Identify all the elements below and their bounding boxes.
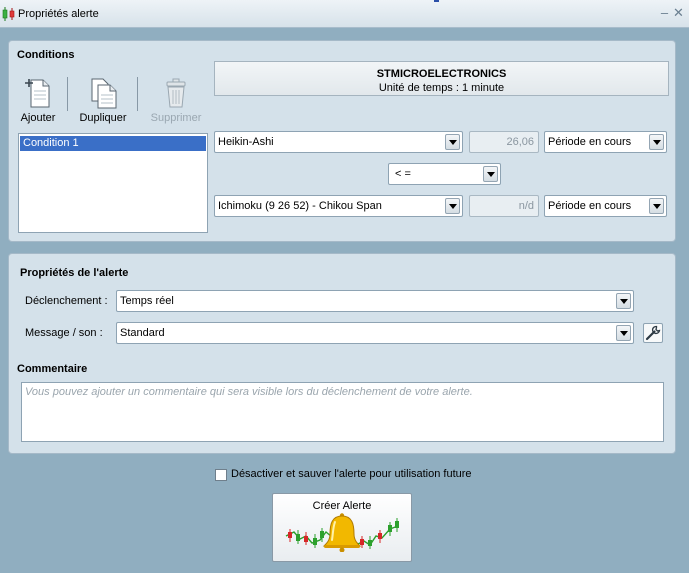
chevron-down-icon[interactable] xyxy=(445,198,460,214)
alert-properties-title: Propriétés de l'alerte xyxy=(20,267,129,279)
alert-bell-icon xyxy=(285,513,399,552)
minimize-icon[interactable]: – xyxy=(658,6,671,20)
add-button-label: Ajouter xyxy=(20,112,56,124)
settings-button[interactable] xyxy=(643,323,663,343)
delete-button-label: Supprimer xyxy=(150,112,202,124)
chevron-down-icon[interactable] xyxy=(483,166,498,182)
operator-select-value: < = xyxy=(395,168,411,180)
add-document-icon xyxy=(25,79,50,108)
indicator-select-1-value: Heikin-Ashi xyxy=(218,136,274,148)
conditions-panel: Conditions Ajouter Dupliquer Supprimer C… xyxy=(8,40,676,242)
operator-select[interactable]: < = xyxy=(388,163,501,185)
disable-label: Désactiver et sauver l'alerte pour utili… xyxy=(231,468,472,480)
create-alert-button[interactable]: Créer Alerte xyxy=(272,493,412,562)
duplicate-button[interactable]: Dupliquer xyxy=(75,77,131,124)
list-item[interactable]: Condition 1 xyxy=(20,136,206,151)
value-field-2: n/d xyxy=(469,195,539,217)
chevron-down-icon[interactable] xyxy=(649,198,664,214)
trash-icon xyxy=(166,78,186,108)
disable-checkbox[interactable] xyxy=(215,469,227,481)
condition-list[interactable]: Condition 1 xyxy=(18,133,208,233)
message-label: Message / son : xyxy=(25,327,103,339)
message-select[interactable]: Standard xyxy=(116,322,634,344)
period-select-2[interactable]: Période en cours xyxy=(544,195,667,217)
message-select-value: Standard xyxy=(120,327,165,339)
indicator-select-2[interactable]: Ichimoku (9 26 52) - Chikou Span xyxy=(214,195,463,217)
comment-title: Commentaire xyxy=(17,363,88,375)
candlestick-chart-icon xyxy=(2,7,15,21)
period-select-1-value: Période en cours xyxy=(548,136,632,148)
wrench-icon xyxy=(645,325,661,341)
period-select-1[interactable]: Période en cours xyxy=(544,131,667,153)
timeframe-label: Unité de temps : 1 minute xyxy=(378,82,505,94)
trigger-select-value: Temps réel xyxy=(120,295,174,307)
comment-textarea[interactable]: Vous pouvez ajouter un commentaire qui s… xyxy=(21,382,664,442)
indicator-select-2-value: Ichimoku (9 26 52) - Chikou Span xyxy=(218,200,382,212)
close-icon[interactable]: ✕ xyxy=(672,6,685,20)
period-select-2-value: Période en cours xyxy=(548,200,632,212)
toolbar-divider xyxy=(67,77,68,111)
trigger-select[interactable]: Temps réel xyxy=(116,290,634,312)
instrument-header: STMICROELECTRONICS Unité de temps : 1 mi… xyxy=(214,61,669,96)
trigger-label: Déclenchement : xyxy=(25,295,108,307)
duplicate-button-label: Dupliquer xyxy=(79,112,127,124)
title-bar: Propriétés alerte – ✕ xyxy=(0,0,689,28)
duplicate-document-icon xyxy=(91,78,117,109)
chevron-down-icon[interactable] xyxy=(616,325,631,341)
add-button[interactable]: Ajouter xyxy=(13,77,63,124)
delete-button[interactable]: Supprimer xyxy=(145,77,207,124)
window-title: Propriétés alerte xyxy=(18,8,99,20)
chevron-down-icon[interactable] xyxy=(649,134,664,150)
conditions-title: Conditions xyxy=(17,49,75,61)
instrument-name: STMICROELECTRONICS xyxy=(376,68,507,80)
alert-properties-panel: Propriétés de l'alerte Déclenchement : T… xyxy=(8,253,676,454)
indicator-select-1[interactable]: Heikin-Ashi xyxy=(214,131,463,153)
chevron-down-icon[interactable] xyxy=(445,134,460,150)
chevron-down-icon[interactable] xyxy=(616,293,631,309)
toolbar-divider xyxy=(137,77,138,111)
value-field-1: 26,06 xyxy=(469,131,539,153)
decorative-dot xyxy=(434,0,439,2)
create-alert-label: Créer Alerte xyxy=(312,500,372,512)
